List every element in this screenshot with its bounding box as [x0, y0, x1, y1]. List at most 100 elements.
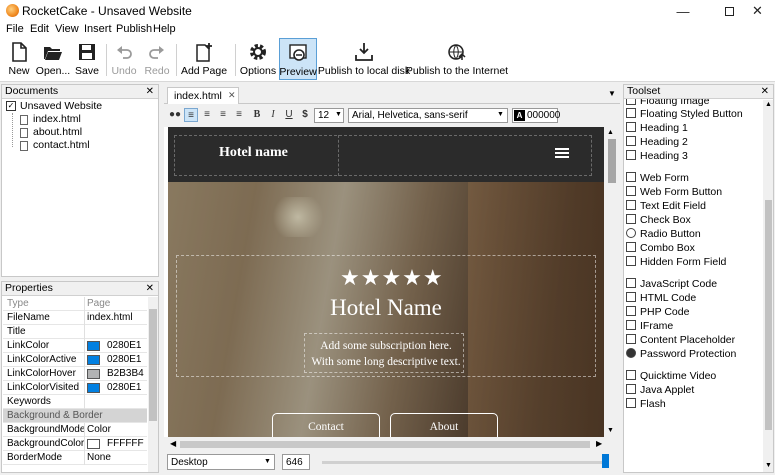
tool-combo-box[interactable]: Combo Box [626, 242, 695, 254]
property-value[interactable]: 0280E1 [107, 382, 141, 393]
property-value[interactable]: FFFFFF [107, 438, 144, 449]
width-slider-track[interactable] [322, 461, 602, 464]
tool-javascript-code[interactable]: JavaScript Code [626, 278, 717, 290]
editor-canvas[interactable]: Hotel name ★★★★★ Hotel Name Add some sub… [164, 127, 620, 452]
toolset-scrollbar[interactable]: ▲ ▼ [763, 100, 773, 472]
underline-icon[interactable]: U [282, 108, 296, 122]
tool-java-applet[interactable]: Java Applet [626, 384, 694, 396]
menu-help[interactable]: Help [153, 23, 176, 35]
property-row[interactable]: BackgroundMode Color [3, 423, 147, 437]
text-color-picker[interactable]: A 000000 [512, 108, 560, 123]
open-button[interactable]: Open... [36, 38, 70, 80]
scroll-left-icon[interactable]: ◀ [170, 439, 176, 448]
property-value[interactable]: B2B3B4 [107, 368, 144, 379]
color-swatch[interactable] [87, 341, 100, 351]
tool-html-code[interactable]: HTML Code [626, 292, 696, 304]
tool-hidden-form-field[interactable]: Hidden Form Field [626, 256, 726, 268]
menu-publish[interactable]: Publish [116, 23, 152, 35]
tool-radio-button[interactable]: Radio Button [626, 228, 701, 240]
tool-check-box[interactable]: Check Box [626, 214, 691, 226]
redo-button[interactable]: Redo [143, 38, 171, 80]
scrollbar-thumb[interactable] [180, 441, 590, 448]
new-button[interactable]: New [5, 38, 33, 80]
website-checkbox-icon[interactable]: ✓ [6, 101, 16, 111]
tool-heading-2[interactable]: Heading 2 [626, 136, 688, 148]
font-family-select[interactable]: Arial, Helvetica, sans-serif ▼ [348, 108, 508, 123]
tool-quicktime-video[interactable]: Quicktime Video [626, 370, 716, 382]
scroll-down-icon[interactable]: ▼ [765, 462, 772, 469]
font-size-select[interactable]: 12 ▼ [314, 108, 344, 123]
scrollbar-thumb[interactable] [608, 139, 616, 183]
color-swatch[interactable] [87, 383, 100, 393]
publish-internet-button[interactable]: Publish to the Internet [406, 38, 508, 80]
scrollbar-thumb[interactable] [765, 200, 772, 430]
horizontal-scrollbar[interactable]: ◀ ▶ [164, 437, 620, 452]
property-value[interactable]: 0280E1 [107, 340, 141, 351]
tool-php-code[interactable]: PHP Code [626, 306, 689, 318]
close-icon[interactable]: ✕ [740, 0, 775, 22]
tool-content-placeholder[interactable]: Content Placeholder [626, 334, 735, 346]
menu-edit[interactable]: Edit [30, 23, 49, 35]
menu-insert[interactable]: Insert [84, 23, 112, 35]
hero-title[interactable]: Hotel Name [164, 295, 608, 321]
tool-web-form[interactable]: Web Form [626, 172, 689, 184]
tool-password-protection[interactable]: Password Protection [626, 348, 736, 360]
menu-file[interactable]: File [6, 23, 24, 35]
options-button[interactable]: Options [240, 38, 276, 80]
vertical-scrollbar[interactable]: ▲ ▼ [604, 127, 620, 437]
tree-page-index[interactable]: index.html [33, 113, 81, 125]
tab-index-html[interactable]: index.html ✕ [167, 87, 239, 104]
close-icon[interactable]: ✕ [146, 282, 154, 295]
tree-page-contact[interactable]: contact.html [33, 139, 90, 151]
tab-list-dropdown-icon[interactable]: ▼ [608, 89, 616, 98]
scroll-up-icon[interactable]: ▲ [607, 129, 614, 136]
align-center-icon[interactable]: ≡ [200, 108, 214, 122]
tool-text-edit-field[interactable]: Text Edit Field [626, 200, 706, 212]
save-button[interactable]: Save [73, 38, 101, 80]
menu-view[interactable]: View [55, 23, 79, 35]
property-value[interactable]: None [87, 452, 111, 463]
tool-floating-image[interactable]: Floating Image [626, 99, 709, 107]
link-icon[interactable]: ●● [168, 108, 182, 122]
color-swatch[interactable] [87, 439, 100, 449]
close-tab-icon[interactable]: ✕ [228, 90, 236, 101]
dollar-icon[interactable]: $ [298, 108, 312, 122]
site-nav-title[interactable]: Hotel name [219, 145, 288, 161]
hero-subtitle-line2[interactable]: With some long descriptive text. [164, 356, 608, 368]
property-row[interactable]: LinkColor 0280E1 [3, 339, 147, 353]
hamburger-menu-icon[interactable] [555, 148, 569, 150]
device-select[interactable]: Desktop ▼ [167, 454, 275, 470]
tool-iframe[interactable]: IFrame [626, 320, 673, 332]
scroll-right-icon[interactable]: ▶ [596, 439, 602, 448]
bold-icon[interactable]: B [250, 108, 264, 122]
tool-flash[interactable]: Flash [626, 398, 666, 410]
tool-heading-3[interactable]: Heading 3 [626, 150, 688, 162]
align-right-icon[interactable]: ≡ [216, 108, 230, 122]
property-value[interactable]: index.html [87, 312, 133, 323]
scroll-down-icon[interactable]: ▼ [607, 427, 614, 434]
width-input[interactable]: 646 [282, 454, 310, 470]
property-value[interactable]: 0280E1 [107, 354, 141, 365]
property-row[interactable]: FileName index.html [3, 311, 147, 325]
tool-floating-styled-button[interactable]: Floating Styled Button [626, 108, 743, 120]
property-row[interactable]: LinkColorVisited 0280E1 [3, 381, 147, 395]
tool-web-form-button[interactable]: Web Form Button [626, 186, 722, 198]
minimize-icon[interactable]: — [660, 0, 706, 22]
scrollbar-thumb[interactable] [149, 309, 157, 421]
close-icon[interactable]: ✕ [146, 85, 154, 98]
color-swatch[interactable] [87, 355, 100, 365]
publish-local-button[interactable]: Publish to local disk [318, 38, 410, 80]
align-left-icon[interactable]: ≡ [184, 108, 198, 122]
undo-button[interactable]: Undo [110, 38, 138, 80]
property-row[interactable]: BackgroundColor FFFFFF [3, 437, 147, 451]
hero-subtitle-line1[interactable]: Add some subscription here. [164, 340, 608, 352]
close-icon[interactable]: ✕ [761, 85, 769, 98]
property-row[interactable]: LinkColorActive 0280E1 [3, 353, 147, 367]
property-value[interactable]: Color [87, 424, 111, 435]
add-page-button[interactable]: Add Page [181, 38, 227, 80]
property-row[interactable]: BorderMode None [3, 451, 147, 465]
tree-root-website[interactable]: Unsaved Website [20, 100, 102, 112]
property-row[interactable]: Title [3, 325, 147, 339]
width-slider-handle[interactable] [602, 454, 609, 468]
italic-icon[interactable]: I [266, 108, 280, 122]
